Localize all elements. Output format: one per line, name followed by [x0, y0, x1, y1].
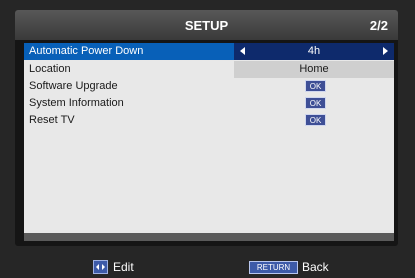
return-key-icon: RETURN [249, 261, 298, 274]
menu-item-label: Automatic Power Down [29, 45, 144, 57]
menu-title: SETUP [184, 18, 229, 33]
menu-item-label: System Information [29, 97, 124, 109]
menu-item-label: Reset TV [29, 114, 75, 126]
system-information-value-cell: OK [234, 95, 394, 112]
tv-screen: SETUP 2/2 Automatic Power Down 4h Locati… [0, 0, 415, 278]
power-down-value: 4h [307, 45, 321, 57]
menu-item-automatic-power-down[interactable]: Automatic Power Down 4h [24, 43, 394, 60]
location-value-cell: Home [234, 61, 394, 78]
menu-item-location[interactable]: Location Home [24, 61, 394, 78]
edit-hint-label: Edit [113, 260, 134, 274]
reset-tv-value-cell: OK [234, 112, 394, 129]
menu-header: SETUP 2/2 [15, 10, 398, 40]
system-information-ok-button[interactable]: OK [305, 97, 326, 109]
menu-item-label: Software Upgrade [29, 80, 118, 92]
arrow-right-icon[interactable] [383, 47, 388, 55]
software-upgrade-ok-button[interactable]: OK [305, 80, 326, 92]
page-indicator: 2/2 [369, 18, 388, 33]
menu-item-system-information[interactable]: System Information OK [24, 95, 394, 112]
back-hint-label: Back [302, 260, 329, 274]
edit-arrows-icon [93, 260, 108, 274]
menu-list: Automatic Power Down 4h Location Home So… [24, 43, 394, 233]
menu-item-label: Location [29, 63, 71, 75]
footer-hints: Edit RETURN Back [0, 256, 415, 278]
menu-item-reset-tv[interactable]: Reset TV OK [24, 112, 394, 129]
software-upgrade-value-cell: OK [234, 78, 394, 95]
location-value: Home [299, 63, 329, 75]
menu-item-software-upgrade[interactable]: Software Upgrade OK [24, 78, 394, 95]
power-down-selector[interactable]: 4h [234, 43, 394, 60]
reset-tv-ok-button[interactable]: OK [305, 114, 326, 126]
menu-bottom-bar [24, 233, 394, 241]
